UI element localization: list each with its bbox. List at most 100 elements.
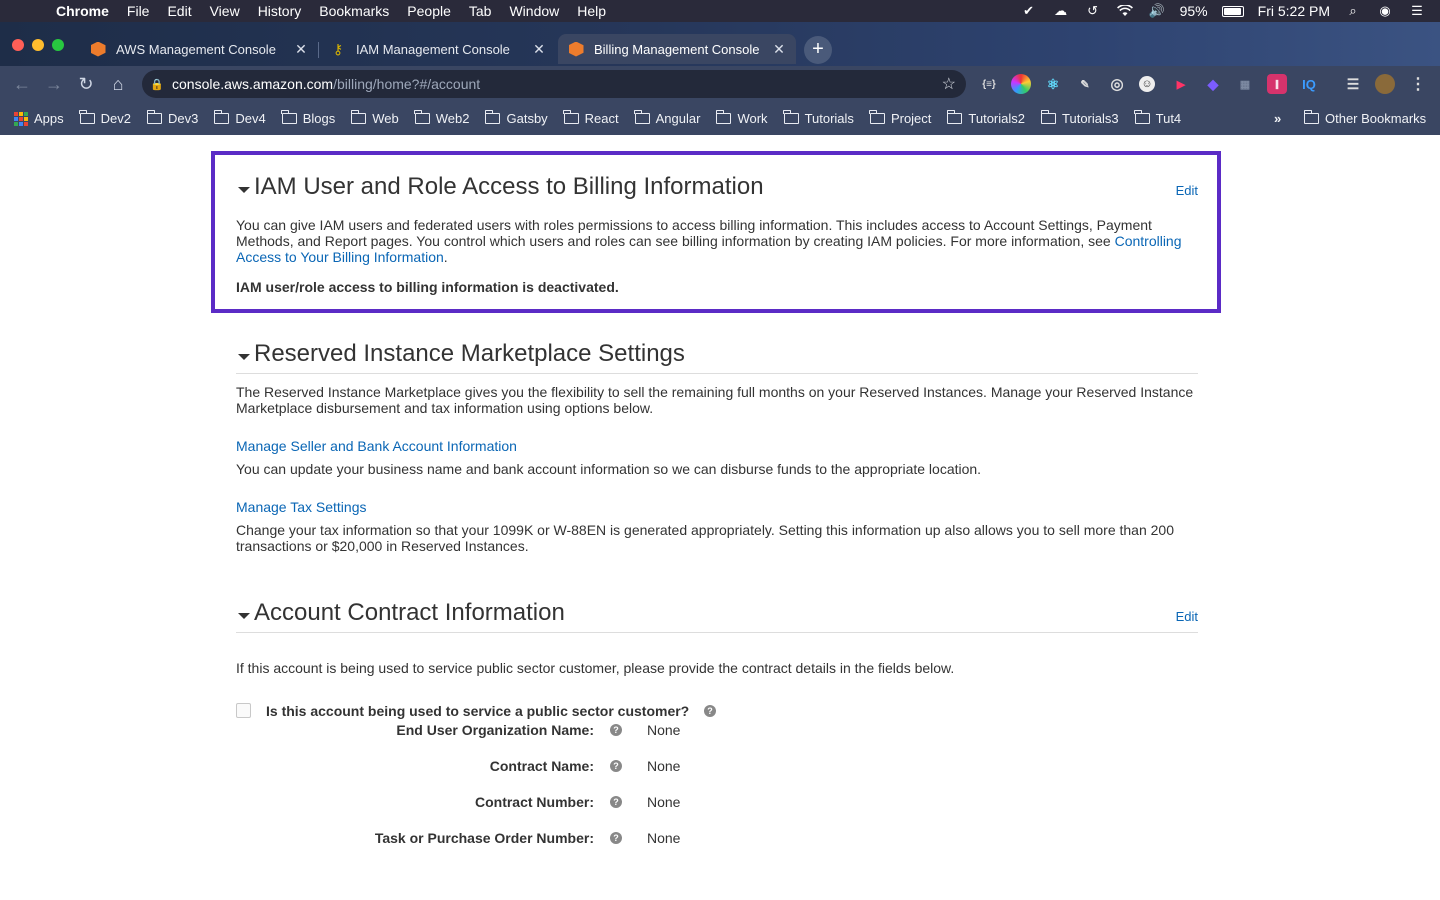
tab-title: IAM Management Console: [356, 41, 510, 57]
field-contract-number: Contract Number: ? None: [236, 794, 836, 814]
back-arrow-icon[interactable]: ←: [10, 72, 34, 96]
manage-seller-bank-link[interactable]: Manage Seller and Bank Account Informati…: [236, 438, 517, 454]
bookmark-folder-tutorials3[interactable]: Tutorials3: [1033, 102, 1127, 135]
address-bar[interactable]: 🔒 console.aws.amazon.com/billing/home?#/…: [142, 70, 966, 98]
public-sector-checkbox-label[interactable]: Is this account being used to service a …: [266, 703, 689, 719]
close-tab-icon[interactable]: ✕: [292, 41, 310, 58]
bookmark-folder-dev4[interactable]: Dev4: [206, 102, 273, 135]
menu-tab[interactable]: Tab: [460, 0, 501, 22]
folder-icon: [146, 110, 162, 124]
forward-arrow-icon[interactable]: →: [42, 72, 66, 96]
new-tab-button[interactable]: +: [804, 36, 832, 64]
window-controls: [12, 39, 64, 51]
close-tab-icon[interactable]: ✕: [770, 41, 788, 58]
help-icon[interactable]: ?: [610, 796, 622, 808]
help-icon[interactable]: ?: [704, 705, 716, 717]
url-text[interactable]: console.aws.amazon.com/billing/home?#/ac…: [172, 76, 480, 92]
creative-cloud-icon[interactable]: ☁: [1052, 3, 1070, 18]
seller-description: You can update your business name and ba…: [236, 461, 982, 477]
bookmark-folder-tutorials2[interactable]: Tutorials2: [939, 102, 1033, 135]
close-window-button[interactable]: [12, 39, 24, 51]
bookmark-label: Web2: [435, 111, 470, 126]
field-label: Contract Name:: [489, 758, 594, 774]
checkmark-status-icon[interactable]: ✔: [1020, 3, 1038, 18]
macos-menu-bar: Chrome File Edit View History Bookmarks …: [0, 0, 1440, 22]
close-tab-icon[interactable]: ✕: [530, 41, 548, 58]
help-icon[interactable]: ?: [610, 724, 622, 736]
bookmark-folder-web[interactable]: Web: [343, 102, 407, 135]
media-extension-icon[interactable]: ▶: [1171, 74, 1191, 94]
notification-center-icon[interactable]: ☰: [1408, 3, 1426, 18]
tab-aws-management-console[interactable]: AWS Management Console ✕: [80, 34, 318, 64]
bookmark-folder-gatsby[interactable]: Gatsby: [477, 102, 555, 135]
billing-account-page: IAM User and Role Access to Billing Info…: [0, 135, 1440, 900]
bookmark-folder-work[interactable]: Work: [708, 102, 775, 135]
bookmark-folder-dev2[interactable]: Dev2: [72, 102, 139, 135]
wifi-icon[interactable]: [1116, 4, 1134, 18]
puzzle-extension-icon[interactable]: ▦: [1235, 74, 1255, 94]
siri-icon[interactable]: ◉: [1376, 3, 1394, 18]
public-sector-checkbox[interactable]: [236, 703, 251, 718]
lock-icon[interactable]: 🔒: [142, 78, 172, 91]
minimize-window-button[interactable]: [32, 39, 44, 51]
section-title[interactable]: IAM User and Role Access to Billing Info…: [254, 173, 764, 201]
bookmark-folder-angular[interactable]: Angular: [627, 102, 709, 135]
help-icon[interactable]: ?: [610, 832, 622, 844]
reading-list-icon[interactable]: ☰: [1343, 74, 1363, 94]
json-extension-icon[interactable]: {≡}: [979, 74, 999, 94]
menu-view[interactable]: View: [201, 0, 249, 22]
target-extension-icon[interactable]: ◎: [1107, 74, 1127, 94]
battery-icon[interactable]: [1221, 5, 1244, 17]
menubar-clock[interactable]: Fri 5:22 PM: [1258, 3, 1330, 19]
menu-people[interactable]: People: [398, 0, 460, 22]
reload-icon[interactable]: ↻: [74, 72, 98, 96]
folder-icon: [783, 110, 799, 124]
bookmark-folder-tutorials[interactable]: Tutorials: [776, 102, 862, 135]
menu-bookmarks[interactable]: Bookmarks: [310, 0, 398, 22]
bookmark-folder-other[interactable]: Other Bookmarks: [1296, 102, 1434, 135]
more-menu-icon[interactable]: ⋮: [1408, 74, 1428, 94]
time-machine-icon[interactable]: ↺: [1084, 3, 1102, 18]
bookmark-star-icon[interactable]: ☆: [942, 74, 956, 94]
edit-iam-access-link[interactable]: Edit: [1176, 183, 1198, 198]
tab-iam-management-console[interactable]: ⚷ IAM Management Console ✕: [320, 34, 556, 64]
collapse-caret-icon[interactable]: [238, 613, 250, 619]
layers-extension-icon[interactable]: ◆: [1203, 74, 1223, 94]
edit-contract-link[interactable]: Edit: [1176, 609, 1198, 624]
volume-icon[interactable]: 🔊: [1148, 3, 1166, 18]
bookmark-folder-dev3[interactable]: Dev3: [139, 102, 206, 135]
home-icon[interactable]: ⌂: [106, 72, 130, 96]
color-picker-extension-icon[interactable]: [1011, 74, 1031, 94]
iq-extension-icon[interactable]: IQ: [1299, 74, 1319, 94]
pen-extension-icon[interactable]: ✎: [1075, 74, 1095, 94]
bookmark-folder-tut4[interactable]: Tut4: [1127, 102, 1190, 135]
bookmark-folder-web2[interactable]: Web2: [407, 102, 478, 135]
profile-avatar[interactable]: [1375, 74, 1395, 94]
menu-history[interactable]: History: [249, 0, 311, 22]
section-title[interactable]: Reserved Instance Marketplace Settings: [254, 340, 685, 368]
react-devtools-icon[interactable]: ⚛: [1043, 74, 1063, 94]
menu-window[interactable]: Window: [500, 0, 568, 22]
bookmark-apps[interactable]: Apps: [0, 102, 72, 135]
collapse-caret-icon[interactable]: [238, 354, 250, 360]
collapse-caret-icon[interactable]: [238, 187, 250, 193]
iam-access-status: IAM user/role access to billing informat…: [236, 279, 619, 295]
tab-billing-management-console[interactable]: Billing Management Console ✕: [558, 34, 796, 64]
bookmark-label: Gatsby: [506, 111, 548, 126]
bookmarks-overflow-button[interactable]: »: [1266, 102, 1289, 135]
profile-extension-icon[interactable]: ☺: [1139, 76, 1155, 92]
help-icon[interactable]: ?: [610, 760, 622, 772]
spotlight-search-icon[interactable]: ⌕: [1344, 3, 1362, 18]
bookmark-folder-blogs[interactable]: Blogs: [274, 102, 344, 135]
section-title[interactable]: Account Contract Information: [254, 599, 565, 627]
menu-help[interactable]: Help: [568, 0, 615, 22]
toggl-extension-icon[interactable]: ∥: [1267, 74, 1287, 94]
zoom-window-button[interactable]: [52, 39, 64, 51]
bookmark-folder-react[interactable]: React: [556, 102, 627, 135]
menu-app-name[interactable]: Chrome: [56, 0, 118, 22]
menu-edit[interactable]: Edit: [158, 0, 200, 22]
manage-tax-settings-link[interactable]: Manage Tax Settings: [236, 499, 367, 515]
bookmark-folder-project[interactable]: Project: [862, 102, 939, 135]
bookmark-label: Work: [737, 111, 768, 126]
menu-file[interactable]: File: [118, 0, 159, 22]
